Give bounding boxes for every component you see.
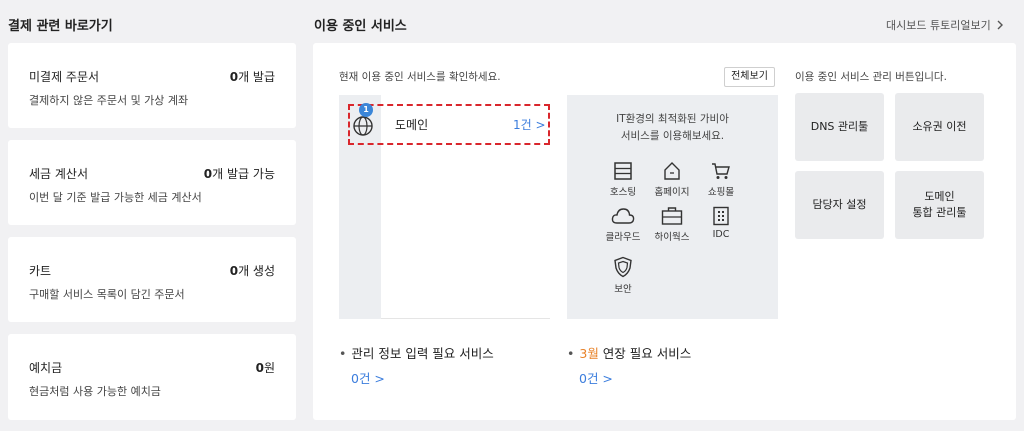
info-required-title: • 관리 정보 입력 필요 서비스 xyxy=(339,346,494,361)
renewal-title: • 3월 연장 필요 서비스 xyxy=(567,346,692,361)
info-required-count-link[interactable]: 0건 > xyxy=(351,368,385,387)
contact-settings-button[interactable]: 담당자 설정 xyxy=(795,171,884,239)
unpaid-order-card[interactable]: 미결제 주문서 0개 발급 결제하지 않은 주문서 및 가상 계좌 xyxy=(8,43,296,128)
dashboard-tutorial-link[interactable]: 대시보드 튜토리얼보기 xyxy=(886,17,1004,33)
card-desc: 이번 달 기준 발급 가능한 세금 계산서 xyxy=(29,191,202,204)
card-title: 예치금 xyxy=(29,361,63,375)
card-count: 0개 발급 xyxy=(229,70,275,84)
left-section-title: 결제 관련 바로가기 xyxy=(8,19,113,34)
renewal-count-link[interactable]: 0건 > xyxy=(579,368,613,387)
card-count: 0원 xyxy=(255,361,275,375)
hosting-icon xyxy=(614,162,632,180)
domain-count-badge: 1 xyxy=(359,103,373,117)
renewal-month: 3월 xyxy=(579,346,599,361)
promo-text: IT환경의 최적화된 가비아 서비스를 이용해보세요. xyxy=(616,113,729,142)
services-panel: 현재 이용 중인 서비스를 확인하세요. 전체보기 1 도메인 1건 > IT환… xyxy=(313,43,1016,420)
cart-card[interactable]: 카트 0개 생성 구매할 서비스 목록이 담긴 주문서 xyxy=(8,237,296,322)
right-section-title: 이용 중인 서비스 xyxy=(314,19,407,34)
service-list: 1 도메인 1건 > xyxy=(339,95,550,319)
card-desc: 구매할 서비스 목록이 담긴 주문서 xyxy=(29,288,185,301)
chevron-right-icon: > xyxy=(535,118,546,132)
promo-box: IT환경의 최적화된 가비아 서비스를 이용해보세요. 호스팅 홈페이지 쇼핑몰… xyxy=(567,95,778,319)
cloud-icon xyxy=(611,208,635,224)
domain-row[interactable]: 1 도메인 1건 > xyxy=(348,103,550,145)
bullet: • xyxy=(567,346,575,361)
dns-manager-button[interactable]: DNS 관리툴 xyxy=(795,93,884,161)
management-desc: 이용 중인 서비스 관리 버튼입니다. xyxy=(795,71,947,83)
service-cloud[interactable]: 클라우드 xyxy=(603,206,643,243)
shopping-cart-icon xyxy=(712,163,730,179)
domain-label: 도메인 xyxy=(395,118,429,132)
card-desc: 결제하지 않은 주문서 및 가상 계좌 xyxy=(29,94,189,107)
card-count: 0개 생성 xyxy=(229,264,275,278)
shield-icon xyxy=(614,256,632,278)
tax-invoice-card[interactable]: 세금 계산서 0개 발급 가능 이번 달 기준 발급 가능한 세금 계산서 xyxy=(8,140,296,225)
homepage-icon xyxy=(664,162,680,180)
card-desc: 현금처럼 사용 가능한 예치금 xyxy=(29,385,161,398)
card-title: 세금 계산서 xyxy=(29,167,89,181)
briefcase-icon xyxy=(661,207,683,225)
domain-count-link[interactable]: 1건 > xyxy=(513,116,546,133)
service-hiworks[interactable]: 하이웍스 xyxy=(652,206,692,243)
service-security[interactable]: 보안 xyxy=(603,256,643,295)
globe-icon xyxy=(353,116,373,136)
chevron-right-icon xyxy=(997,20,1004,30)
view-all-button[interactable]: 전체보기 xyxy=(724,67,775,87)
service-idc[interactable]: IDC xyxy=(701,206,741,240)
card-title: 카트 xyxy=(29,264,52,278)
service-hosting[interactable]: 호스팅 xyxy=(603,161,643,198)
bullet: • xyxy=(339,346,347,361)
ownership-transfer-button[interactable]: 소유권 이전 xyxy=(895,93,984,161)
card-count: 0개 발급 가능 xyxy=(203,167,275,181)
service-homepage[interactable]: 홈페이지 xyxy=(652,161,692,198)
services-intro: 현재 이용 중인 서비스를 확인하세요. xyxy=(339,71,501,83)
deposit-card[interactable]: 예치금 0원 현금처럼 사용 가능한 예치금 xyxy=(8,334,296,420)
card-title: 미결제 주문서 xyxy=(29,70,100,84)
service-shopping[interactable]: 쇼핑몰 xyxy=(701,161,741,198)
domain-integrated-manager-button[interactable]: 도메인 통합 관리툴 xyxy=(895,171,984,239)
idc-icon xyxy=(713,206,729,226)
